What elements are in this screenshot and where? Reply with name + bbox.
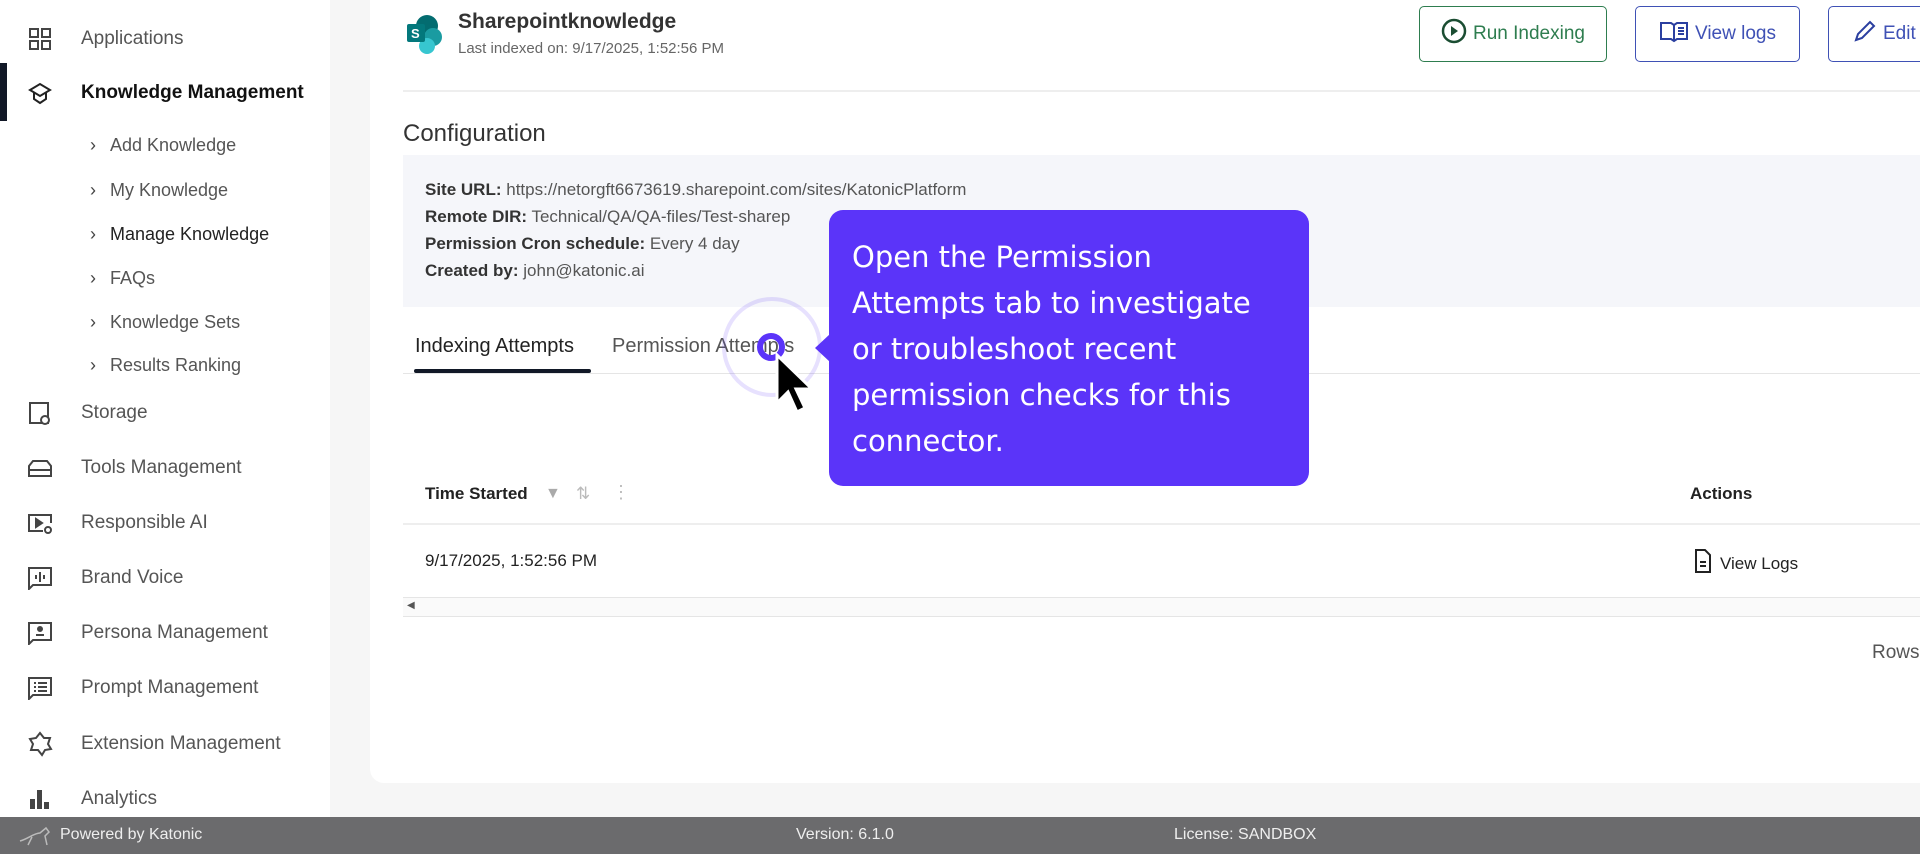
column-menu-icon[interactable]: ⋮: [612, 482, 630, 503]
sidebar-item-brand-voice[interactable]: Brand Voice: [0, 558, 330, 598]
sidebar-subitem-my-knowledge[interactable]: › My Knowledge: [90, 175, 228, 205]
filter-icon[interactable]: ▼: [545, 485, 561, 503]
puzzle-icon: [26, 730, 54, 758]
document-icon: [1694, 548, 1712, 579]
connector-title: Sharepointknowledge: [458, 10, 677, 33]
sidebar-item-persona-management[interactable]: Persona Management: [0, 613, 330, 653]
sidebar-subitem-results-ranking[interactable]: › Results Ranking: [90, 350, 241, 380]
sidebar-item-tools-management[interactable]: Tools Management: [0, 448, 330, 488]
footer: Powered by Katonic Version: 6.1.0 Licens…: [0, 817, 1920, 854]
sidebar-item-extension-management[interactable]: Extension Management: [0, 724, 330, 764]
chevron-right-icon: ›: [90, 179, 96, 200]
license: License: SANDBOX: [1174, 826, 1317, 843]
last-indexed: Last indexed on: 9/17/2025, 1:52:56 PM: [458, 40, 725, 57]
sidebar-item-responsible-ai[interactable]: Responsible AI: [0, 503, 330, 543]
sidebar-item-storage[interactable]: Storage: [0, 393, 330, 433]
sidebar-subitem-faqs[interactable]: › FAQs: [90, 263, 155, 293]
storage-link-icon: [26, 399, 54, 427]
tab-indexing-attempts[interactable]: Indexing Attempts: [415, 335, 574, 358]
sidebar: Applications Knowledge Management › Add K…: [0, 0, 330, 817]
sidebar-item-prompt-management[interactable]: Prompt Management: [0, 668, 330, 708]
header-divider: [403, 90, 1920, 92]
sidebar-item-knowledge-management[interactable]: Knowledge Management: [0, 63, 330, 121]
chevron-right-icon: ›: [90, 267, 96, 288]
cron-row: Permission Cron schedule: Every 4 day: [425, 234, 740, 253]
horizontal-scrollbar[interactable]: ◀: [403, 598, 1920, 617]
view-logs-button[interactable]: View logs: [1635, 6, 1800, 62]
pencil-icon: [1853, 19, 1877, 49]
persona-icon: [26, 619, 54, 647]
grid-icon: [26, 25, 54, 53]
toolbox-icon: [26, 454, 54, 482]
play-circle-icon: [1441, 18, 1467, 50]
sort-icon[interactable]: ⇅: [576, 484, 590, 504]
version: Version: 6.1.0: [796, 826, 894, 843]
mouse-cursor-icon: [774, 351, 816, 427]
time-started-cell: 9/17/2025, 1:52:56 PM: [425, 551, 598, 570]
sidebar-subitem-add-knowledge[interactable]: › Add Knowledge: [90, 130, 236, 160]
svg-text:S: S: [411, 26, 420, 41]
column-time-started[interactable]: Time Started: [425, 484, 528, 504]
sidebar-item-applications[interactable]: Applications: [0, 19, 330, 59]
chevron-right-icon: ›: [90, 354, 96, 375]
chevron-right-icon: ›: [90, 223, 96, 244]
run-indexing-button[interactable]: Run Indexing: [1419, 6, 1607, 62]
active-tab-indicator: [414, 369, 591, 373]
tooltip: Open the Permission Attempts tab to inve…: [815, 210, 1309, 486]
book-icon: [1659, 19, 1689, 49]
chevron-right-icon: ›: [90, 311, 96, 332]
sidebar-item-analytics[interactable]: Analytics: [0, 779, 330, 819]
video-settings-icon: [26, 509, 54, 537]
table-row: [403, 527, 1920, 598]
created-by-row: Created by: john@katonic.ai: [425, 261, 645, 280]
configuration-title: Configuration: [403, 120, 546, 147]
edit-button[interactable]: Edit: [1828, 6, 1920, 62]
scroll-left-icon[interactable]: ◀: [407, 600, 415, 611]
remote-dir-row: Remote DIR: Technical/QA/QA-files/Test-s…: [425, 207, 791, 226]
rows-per-page-label: Rows: [1872, 642, 1920, 663]
view-logs-link[interactable]: View Logs: [1694, 548, 1798, 579]
prompt-list-icon: [26, 674, 54, 702]
voice-chat-icon: [26, 564, 54, 592]
chevron-right-icon: ›: [90, 134, 96, 155]
site-url-row: Site URL: https://netorgft6673619.sharep…: [425, 180, 967, 199]
powered-by: Powered by Katonic: [60, 826, 203, 843]
graduation-cap-icon: [26, 79, 54, 107]
sidebar-subitem-manage-knowledge[interactable]: › Manage Knowledge: [90, 219, 269, 249]
column-actions: Actions: [1690, 484, 1753, 503]
katonic-logo-icon: [18, 825, 52, 852]
sharepoint-logo-icon: S: [405, 14, 445, 59]
bar-chart-icon: [26, 785, 54, 813]
sidebar-subitem-knowledge-sets[interactable]: › Knowledge Sets: [90, 307, 240, 337]
